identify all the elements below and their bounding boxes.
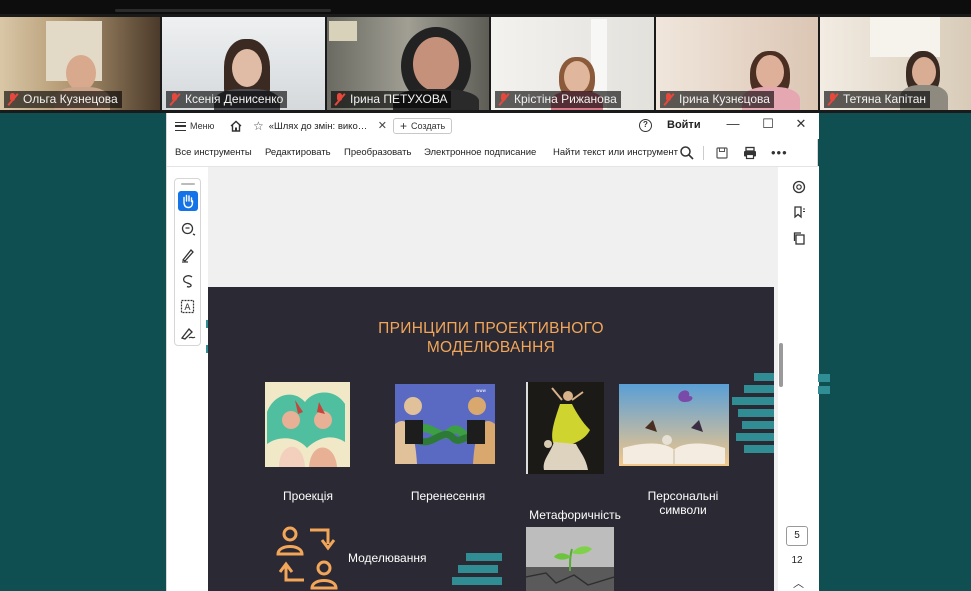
participant-tile[interactable]: Тетяна Капітан [820, 17, 971, 110]
help-icon[interactable]: ? [639, 119, 652, 132]
decorative-brick [754, 373, 774, 381]
esign-button[interactable]: Электронное подписание [424, 147, 536, 158]
text-box-tool-icon[interactable]: A [178, 297, 198, 317]
caption-modeling: Моделювання [348, 551, 427, 565]
hand-tool-icon[interactable] [178, 191, 198, 211]
participant-name-tag: Крістіна Рижанова [495, 91, 621, 108]
participant-name-tag: Ксенія Денисенко [166, 91, 288, 108]
decorative-brick [466, 553, 502, 561]
scroll-up-icon[interactable]: ︿ [793, 575, 804, 591]
sprout-image [526, 527, 614, 591]
print-icon[interactable] [742, 145, 758, 161]
pages-icon[interactable] [792, 231, 806, 245]
decorative-brick [452, 577, 502, 585]
participant-tile[interactable]: Ксенія Денисенко [162, 17, 325, 110]
maximize-icon[interactable]: ☐ [758, 116, 778, 132]
current-page-input[interactable]: 5 [786, 526, 808, 546]
decorative-brick [744, 385, 774, 393]
convert-button[interactable]: Преобразовать [344, 147, 411, 158]
transfer-image: www [395, 384, 495, 464]
document-tab-title: «Шлях до змін: вико… [268, 120, 368, 132]
participant-name-tag: Тетяна Капітан [824, 91, 931, 108]
mic-off-icon [827, 93, 839, 106]
mic-off-icon [663, 93, 675, 106]
personal-symbols-image [619, 384, 729, 466]
title-bar: Меню ☆ «Шлях до змін: вико… ✕ + Создать … [167, 113, 819, 139]
caption-personal-symbols: Персональні символи [647, 489, 719, 517]
pen-tool-icon[interactable] [178, 245, 198, 265]
bookmark-icon[interactable] [792, 205, 806, 219]
presentation-slide: ПРИНЦИПИ ПРОЕКТИВНОГО МОДЕЛЮВАННЯ www Пр… [208, 287, 774, 591]
total-pages: 12 [791, 555, 803, 566]
mic-off-icon [498, 93, 510, 106]
tool-rail: A [174, 178, 201, 346]
ai-assistant-icon[interactable] [792, 180, 806, 194]
document-tab[interactable]: ☆ «Шлях до змін: вико… ✕ [253, 115, 389, 137]
mic-off-icon [7, 93, 19, 106]
sign-in-button[interactable]: Войти [667, 119, 701, 131]
close-tab-icon[interactable]: ✕ [378, 119, 387, 132]
sign-tool-icon[interactable] [178, 323, 198, 343]
participant-tile[interactable]: Крістіна Рижанова [491, 17, 654, 110]
decorative-brick [736, 433, 774, 441]
participant-name-tag: Ольга Кузнецова [4, 91, 122, 108]
slide-title: ПРИНЦИПИ ПРОЕКТИВНОГО МОДЕЛЮВАННЯ [378, 320, 604, 356]
close-window-icon[interactable]: ✕ [791, 116, 811, 132]
decorative-brick [818, 386, 830, 394]
more-options-icon[interactable]: ••• [771, 145, 788, 160]
caption-transfer: Перенесення [410, 489, 486, 503]
svg-text:www: www [476, 388, 487, 393]
modeling-icon [276, 526, 338, 590]
lasso-tool-icon[interactable] [178, 271, 198, 291]
find-input[interactable]: Найти текст или инструмент [553, 147, 678, 158]
create-button[interactable]: + Создать [393, 118, 453, 134]
caption-metaphor: Метафоричність [529, 508, 621, 522]
minimize-icon[interactable]: — [723, 116, 743, 131]
save-icon[interactable] [714, 145, 730, 161]
decorative-brick [742, 421, 774, 429]
hamburger-icon [175, 121, 186, 131]
decorative-brick [818, 374, 830, 382]
decorative-brick [738, 409, 774, 417]
svg-text:A: A [184, 303, 191, 313]
decorative-brick [744, 445, 774, 453]
toolbar: Все инструменты Редактировать Преобразов… [167, 139, 819, 167]
decorative-brick [732, 397, 774, 405]
participant-name-tag: Ірина ПЕТУХОВА [331, 91, 452, 108]
participant-strip: Ольга Кузнецова Ксенія Денисенко Ірина П… [0, 0, 971, 113]
menu-button[interactable]: Меню [175, 118, 214, 134]
star-icon[interactable]: ☆ [253, 119, 264, 133]
metaphor-image [526, 382, 604, 474]
participant-name-tag: Ірина Кузнєцова [660, 91, 774, 108]
decorative-brick [458, 565, 498, 573]
comment-tool-icon[interactable] [178, 219, 198, 239]
participant-tile[interactable]: Ірина Кузнєцова [656, 17, 818, 110]
scrollbar-thumb[interactable] [779, 343, 783, 387]
participant-tile[interactable]: Ольга Кузнецова [0, 17, 160, 110]
plus-icon: + [400, 119, 408, 133]
edit-button[interactable]: Редактировать [265, 147, 331, 158]
meeting-top-bar [0, 0, 971, 14]
projection-image [265, 382, 350, 467]
mic-off-icon [169, 93, 181, 106]
home-icon[interactable] [229, 119, 243, 133]
participant-tile[interactable]: Ірина ПЕТУХОВА [327, 17, 489, 110]
all-tools-button[interactable]: Все инструменты [175, 147, 252, 158]
mic-off-icon [334, 93, 346, 106]
search-icon[interactable] [679, 145, 695, 161]
caption-projection: Проекція [283, 489, 333, 503]
